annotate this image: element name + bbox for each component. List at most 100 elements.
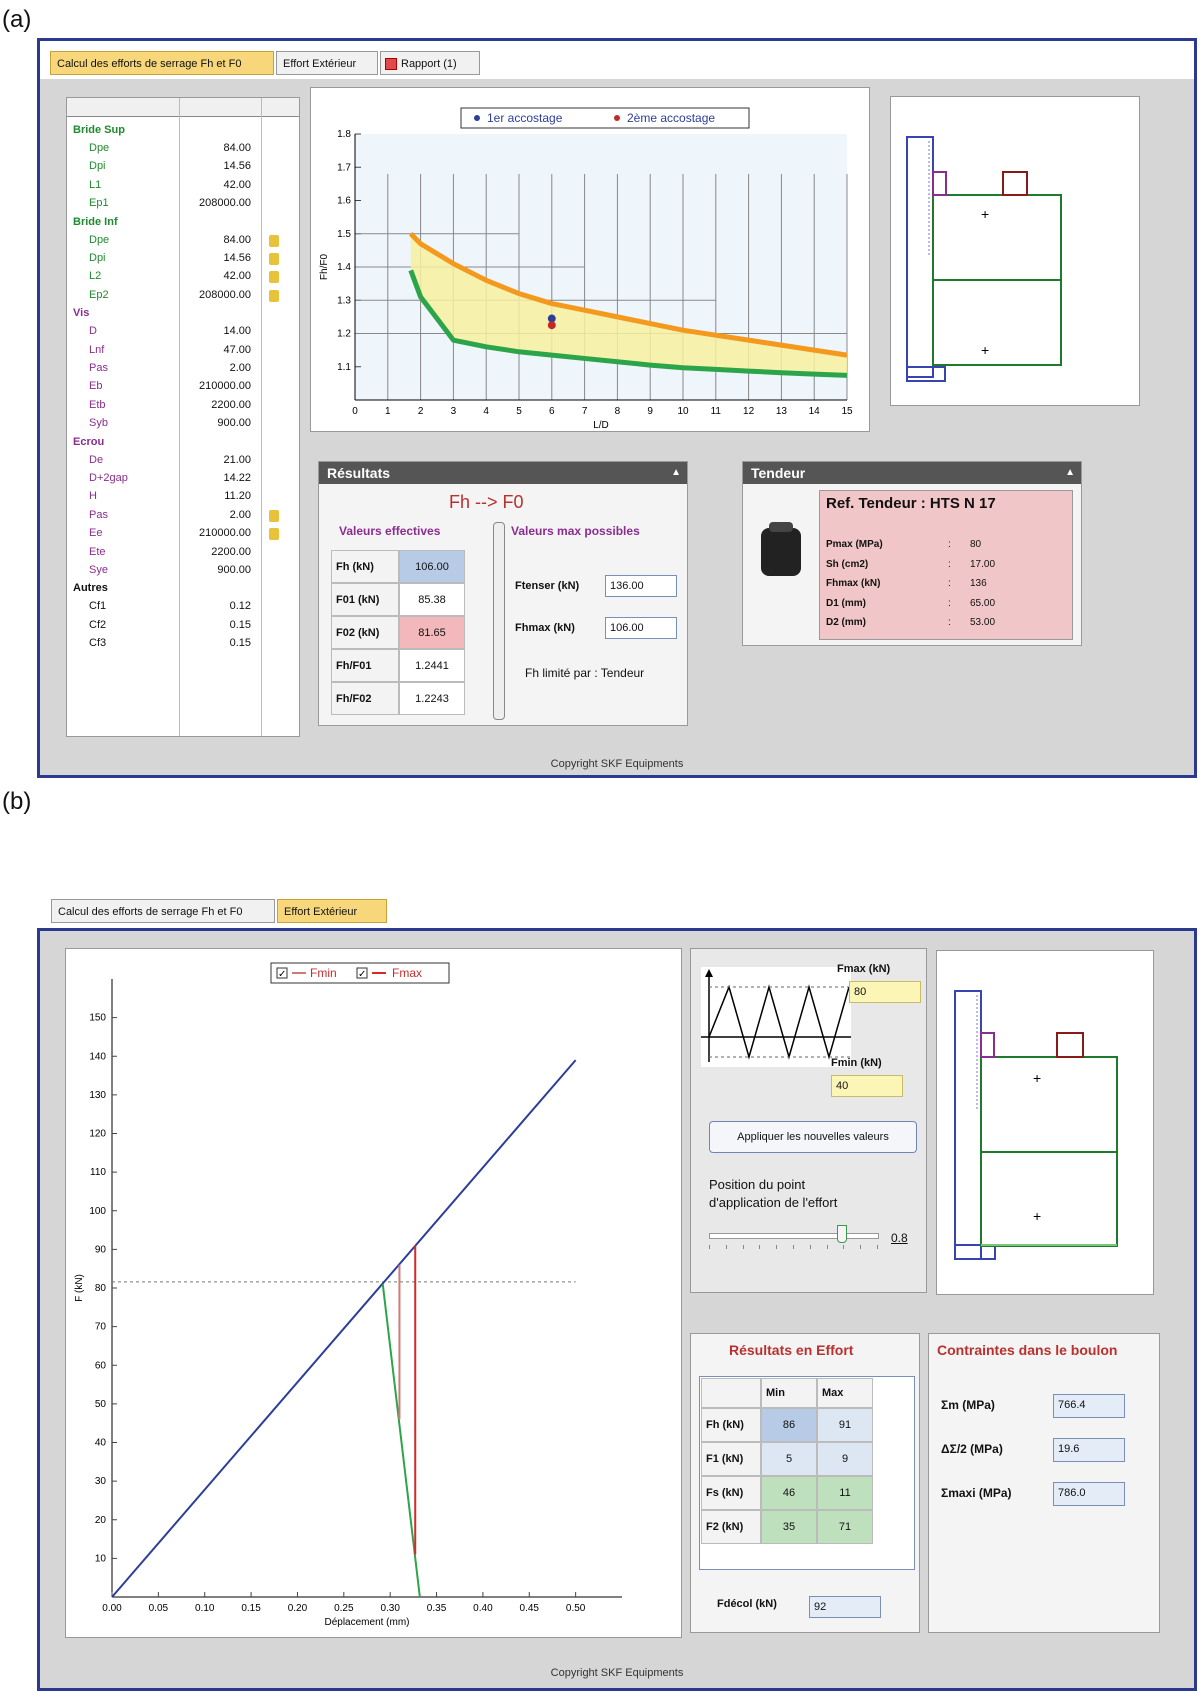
tree-item-value[interactable]: 47.00 <box>171 344 251 356</box>
tree-item-name[interactable]: De <box>89 454 103 466</box>
tree-item-name[interactable]: L2 <box>89 270 101 282</box>
y-tick-label: 20 <box>95 1515 107 1526</box>
tree-item-name[interactable]: D+2gap <box>89 472 128 484</box>
effort-row-label: F1 (kN) <box>701 1442 761 1476</box>
tree-item-value[interactable]: 2.00 <box>171 509 251 521</box>
tree-group[interactable]: Bride Inf <box>73 216 118 228</box>
fhmax-field[interactable]: 106.00 <box>605 617 677 639</box>
collapse-icon[interactable]: ▲ <box>1065 462 1075 484</box>
tree-group[interactable]: Ecrou <box>73 436 104 448</box>
tree-item-value[interactable]: 42.00 <box>171 179 251 191</box>
collapse-icon[interactable]: ▲ <box>671 462 681 484</box>
contrainte-field[interactable]: 786.0 <box>1053 1482 1125 1506</box>
tree-item-value[interactable]: 42.00 <box>171 270 251 282</box>
tree-item-name[interactable]: Dpe <box>89 234 109 246</box>
tendeur-info-box: Ref. Tendeur : HTS N 17 Pmax (MPa): 80 Sh … <box>819 490 1073 640</box>
tree-item-name[interactable]: Dpi <box>89 160 106 172</box>
position-slider[interactable] <box>709 1225 879 1251</box>
tree-item-value[interactable]: 900.00 <box>171 564 251 576</box>
results-scrollbar[interactable] <box>493 522 505 720</box>
tree-item-name[interactable]: Ee <box>89 527 102 539</box>
fdecol-field[interactable]: 92 <box>809 1596 881 1618</box>
tree-item-name[interactable]: Cf2 <box>89 619 106 631</box>
tree-item-value[interactable]: 2200.00 <box>171 546 251 558</box>
tree-item-name[interactable]: Eb <box>89 380 102 392</box>
contrainte-field[interactable]: 766.4 <box>1053 1394 1125 1418</box>
fmax-field[interactable]: 80 <box>849 981 921 1003</box>
tree-item-value[interactable]: 14.22 <box>171 472 251 484</box>
tree-item-name[interactable]: Pas <box>89 362 108 374</box>
tree-item-name[interactable]: D <box>89 325 97 337</box>
tree-item-value[interactable]: 14.56 <box>171 160 251 172</box>
lock-icon[interactable] <box>269 253 279 265</box>
tendeur-row-label: D1 (mm) <box>826 597 867 609</box>
x-tick-label: 0.35 <box>427 1603 447 1614</box>
x-tick-label: 0.15 <box>241 1603 261 1614</box>
resultats-header: Résultats ▲ <box>319 462 687 484</box>
tendeur-row-label: Fhmax (kN) <box>826 578 881 589</box>
contrainte-field[interactable]: 19.6 <box>1053 1438 1125 1462</box>
tree-item-value[interactable]: 21.00 <box>171 454 251 466</box>
tree-item-value[interactable]: 210000.00 <box>171 380 251 392</box>
effort-col-header: Max <box>817 1378 873 1408</box>
tab-effort-exterieur[interactable]: Effort Extérieur <box>276 51 378 75</box>
tree-item-name[interactable]: Syb <box>89 417 108 429</box>
lock-icon[interactable] <box>269 509 279 522</box>
x-tick-label: 7 <box>582 406 588 417</box>
tree-item-value[interactable]: 84.00 <box>171 142 251 154</box>
y-tick-label: 30 <box>95 1476 107 1487</box>
tree-item-name[interactable]: L1 <box>89 179 101 191</box>
tree-item-value[interactable]: 84.00 <box>171 234 251 246</box>
tree-item-value[interactable]: 0.15 <box>171 637 251 649</box>
x-tick-label: 0.45 <box>520 1603 540 1614</box>
tree-item-name[interactable]: Cf3 <box>89 637 106 649</box>
tree-item-name[interactable]: Lnf <box>89 344 104 356</box>
fhmax-label: Fhmax (kN) <box>515 622 575 634</box>
x-axis-label: L/D <box>593 420 609 431</box>
tendeur-ref: Ref. Tendeur : HTS N 17 <box>826 495 996 512</box>
tree-item-value[interactable]: 208000.00 <box>171 197 251 209</box>
tree-item-value[interactable]: 14.56 <box>171 252 251 264</box>
y-tick-label: 1.8 <box>337 129 351 140</box>
tree-item-value[interactable]: 208000.00 <box>171 289 251 301</box>
tree-item-name[interactable]: Sye <box>89 564 108 576</box>
tree-group[interactable]: Bride Sup <box>73 124 125 136</box>
tree-item-name[interactable]: Dpi <box>89 252 106 264</box>
legend-marker-1 <box>474 115 480 121</box>
tree-item-name[interactable]: Dpe <box>89 142 109 154</box>
tree-item-value[interactable]: 210000.00 <box>171 527 251 539</box>
tree-group[interactable]: Autres <box>73 582 108 594</box>
tab-effort-exterieur-b[interactable]: Effort Extérieur <box>277 899 387 923</box>
tab-rapport[interactable]: Rapport (1) <box>380 51 480 75</box>
tree-item-value[interactable]: 900.00 <box>171 417 251 429</box>
tree-item-name[interactable]: Cf1 <box>89 600 106 612</box>
tree-item-value[interactable]: 0.12 <box>171 600 251 612</box>
lock-icon[interactable] <box>269 528 279 541</box>
tree-item-name[interactable]: Ep2 <box>89 289 109 301</box>
tree-item-value[interactable]: 0.15 <box>171 619 251 631</box>
tree-item-name[interactable]: Ete <box>89 546 106 558</box>
lock-icon[interactable] <box>269 271 279 284</box>
slider-thumb[interactable] <box>837 1225 847 1243</box>
fmin-field[interactable]: 40 <box>831 1075 903 1097</box>
tree-item-value[interactable]: 2200.00 <box>171 399 251 411</box>
tab-calcul-efforts[interactable]: Calcul des efforts de serrage Fh et F0 <box>50 51 274 75</box>
nut-red <box>1002 171 1028 196</box>
tree-item-value[interactable]: 11.20 <box>171 490 251 502</box>
apply-values-button[interactable]: Appliquer les nouvelles valeurs <box>709 1121 917 1153</box>
lock-icon[interactable] <box>269 289 279 302</box>
tree-item-value[interactable]: 2.00 <box>171 362 251 374</box>
x-tick-label: 0.10 <box>195 1603 215 1614</box>
tab-bar-b: Calcul des efforts de serrage Fh et F0 E… <box>37 895 1197 931</box>
legend-label-fmax: Fmax <box>392 966 422 980</box>
tree-item-name[interactable]: Ep1 <box>89 197 109 209</box>
tab-calcul-efforts-b[interactable]: Calcul des efforts de serrage Fh et F0 <box>51 899 275 923</box>
tree-item-value[interactable]: 14.00 <box>171 325 251 337</box>
tree-item-name[interactable]: Etb <box>89 399 106 411</box>
tree-item-name[interactable]: Pas <box>89 509 108 521</box>
tree-item-name[interactable]: H <box>89 490 97 502</box>
tree-group[interactable]: Vis <box>73 307 89 319</box>
lock-icon[interactable] <box>269 234 279 247</box>
ftenser-field[interactable]: 136.00 <box>605 575 677 597</box>
y-tick-label: 140 <box>89 1051 106 1062</box>
